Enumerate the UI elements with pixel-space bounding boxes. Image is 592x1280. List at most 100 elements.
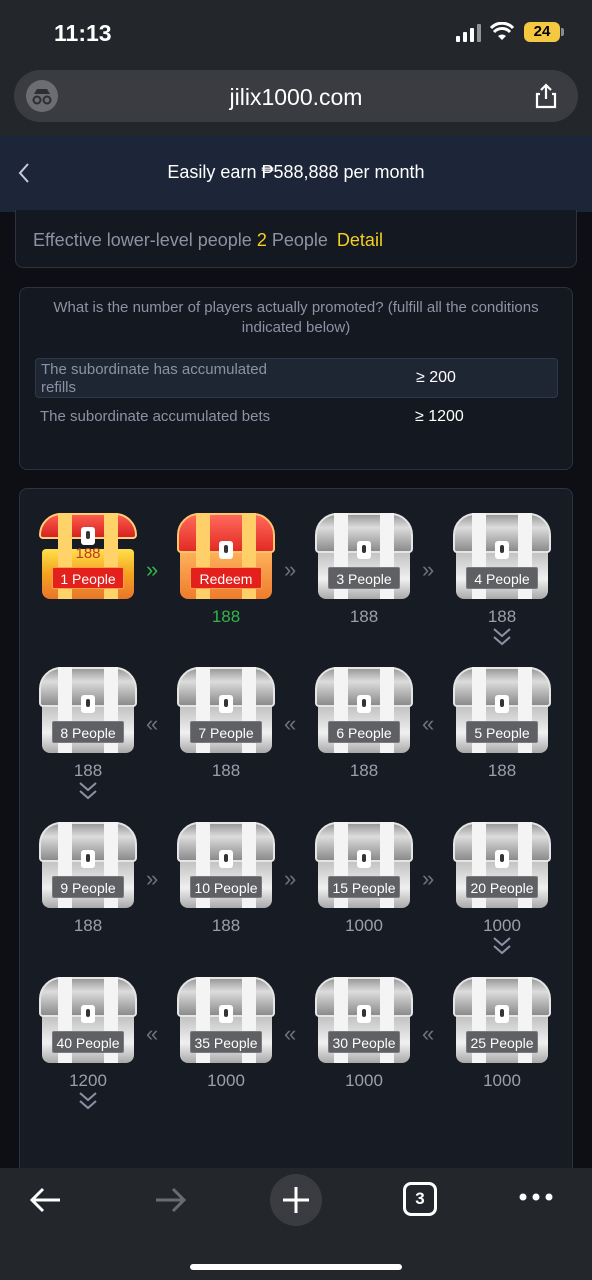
chest-icon[interactable]: 188 1 People	[36, 513, 140, 599]
conditions-question: What is the number of players actually p…	[53, 299, 539, 336]
chest-icon[interactable]: 6 People	[312, 667, 416, 753]
conditions-card: What is the number of players actually p…	[19, 287, 573, 470]
reward-chest[interactable]: 6 People 188	[312, 667, 416, 807]
chest-label: 5 People	[466, 721, 538, 743]
chest-inner-amount: 188	[75, 545, 101, 562]
keyhole-icon	[219, 850, 233, 868]
tabs-button[interactable]: 3	[403, 1182, 437, 1216]
chest-icon[interactable]: Redeem	[174, 513, 278, 599]
chest-label: 4 People	[466, 567, 538, 589]
reward-chest-grid: 188 1 People Redeem 188 3 People 188 4 People 1…	[19, 488, 573, 1188]
keyhole-icon	[495, 541, 509, 559]
chest-icon[interactable]: 3 People	[312, 513, 416, 599]
reward-chest[interactable]: 7 People 188	[174, 667, 278, 807]
chest-icon[interactable]: 40 People	[36, 977, 140, 1063]
effective-people-text: Effective lower-level people 2 People De…	[33, 230, 383, 251]
condition-value: ≥ 200	[416, 369, 456, 386]
chest-label: 10 People	[190, 876, 262, 898]
keyhole-icon	[219, 1005, 233, 1023]
chest-amount: 188	[349, 761, 379, 780]
more-icon[interactable]	[518, 1190, 554, 1204]
address-field[interactable]: jilix1000.com	[14, 70, 578, 122]
keyhole-icon	[495, 695, 509, 713]
double-chevron-right-icon: »	[284, 866, 297, 891]
chest-label: 20 People	[466, 876, 538, 898]
detail-link[interactable]: Detail	[337, 230, 383, 250]
reward-chest[interactable]: 30 People 1000	[312, 977, 416, 1117]
chest-icon[interactable]: 10 People	[174, 822, 278, 908]
url-text[interactable]: jilix1000.com	[14, 84, 578, 111]
chest-amount: 1000	[207, 1071, 245, 1090]
status-time: 11:13	[54, 20, 112, 46]
page-header: Easily earn ₱588,888 per month	[0, 136, 592, 212]
chest-icon[interactable]: 30 People	[312, 977, 416, 1063]
reward-chest[interactable]: 25 People 1000	[450, 977, 554, 1117]
battery-icon: 24	[524, 22, 564, 42]
reward-chest[interactable]: 5 People 188	[450, 667, 554, 807]
keyhole-icon	[357, 850, 371, 868]
keyhole-icon	[81, 1005, 95, 1023]
double-chevron-down-icon	[79, 782, 97, 800]
chest-icon[interactable]: 35 People	[174, 977, 278, 1063]
keyhole-icon	[81, 695, 95, 713]
chest-amount: 188	[73, 761, 103, 780]
reward-chest[interactable]: 15 People 1000	[312, 822, 416, 962]
chest-label: 1 People	[52, 567, 124, 589]
chest-amount: 1200	[69, 1071, 107, 1090]
chest-icon[interactable]: 8 People	[36, 667, 140, 753]
chest-label: 9 People	[52, 876, 124, 898]
forward-icon[interactable]	[152, 1182, 188, 1218]
chest-icon[interactable]: 15 People	[312, 822, 416, 908]
status-bar: 11:13 24	[0, 0, 592, 64]
condition-row: The subordinate has accumulated refills …	[35, 358, 558, 398]
chest-label: 7 People	[190, 721, 262, 743]
double-chevron-right-icon: »	[146, 866, 159, 891]
chest-icon[interactable]: 4 People	[450, 513, 554, 599]
back-icon[interactable]	[28, 1182, 64, 1218]
chest-amount: 1000	[345, 1071, 383, 1090]
effective-people-card: Effective lower-level people 2 People De…	[15, 210, 577, 268]
reward-chest[interactable]: 9 People 188	[36, 822, 140, 962]
browser-toolbar: 3	[0, 1168, 592, 1280]
chest-label: 40 People	[52, 1031, 124, 1053]
chest-icon[interactable]: 20 People	[450, 822, 554, 908]
double-chevron-left-icon: «	[146, 711, 159, 736]
keyhole-icon	[219, 695, 233, 713]
chest-icon[interactable]: 9 People	[36, 822, 140, 908]
browser-url-bar: jilix1000.com	[0, 64, 592, 136]
chest-label: 8 People	[52, 721, 124, 743]
double-chevron-left-icon: «	[422, 711, 435, 736]
reward-chest[interactable]: 35 People 1000	[174, 977, 278, 1117]
chest-amount: 188	[487, 607, 517, 626]
effective-label: Effective lower-level people	[33, 230, 252, 250]
chest-amount: 1000	[483, 1071, 521, 1090]
chest-icon[interactable]: 5 People	[450, 667, 554, 753]
reward-chest[interactable]: 188 1 People	[36, 513, 140, 653]
chest-label: 3 People	[328, 567, 400, 589]
effective-count: 2	[256, 230, 267, 250]
chest-amount: 188	[211, 916, 241, 935]
double-chevron-right-icon: »	[422, 866, 435, 891]
reward-chest[interactable]: 10 People 188	[174, 822, 278, 962]
reward-chest[interactable]: Redeem 188	[174, 513, 278, 653]
double-chevron-right-icon: »	[284, 557, 297, 582]
redeem-button[interactable]: Redeem	[190, 567, 262, 589]
double-chevron-left-icon: «	[146, 1021, 159, 1046]
condition-label: The subordinate accumulated bets	[40, 408, 271, 425]
double-chevron-left-icon: «	[422, 1021, 435, 1046]
keyhole-icon	[219, 541, 233, 559]
double-chevron-down-icon	[79, 1092, 97, 1110]
chest-icon[interactable]: 25 People	[450, 977, 554, 1063]
chest-icon[interactable]: 7 People	[174, 667, 278, 753]
chest-amount: 1000	[483, 916, 521, 935]
home-indicator	[190, 1264, 402, 1270]
chest-amount: 188	[349, 607, 379, 626]
chest-label: 35 People	[190, 1031, 262, 1053]
chest-label: 25 People	[466, 1031, 538, 1053]
share-icon[interactable]	[532, 82, 560, 110]
chest-label: 15 People	[328, 876, 400, 898]
reward-chest[interactable]: 3 People 188	[312, 513, 416, 653]
chest-amount: 188	[73, 916, 103, 935]
keyhole-icon	[81, 527, 95, 545]
new-tab-icon[interactable]	[270, 1174, 322, 1226]
